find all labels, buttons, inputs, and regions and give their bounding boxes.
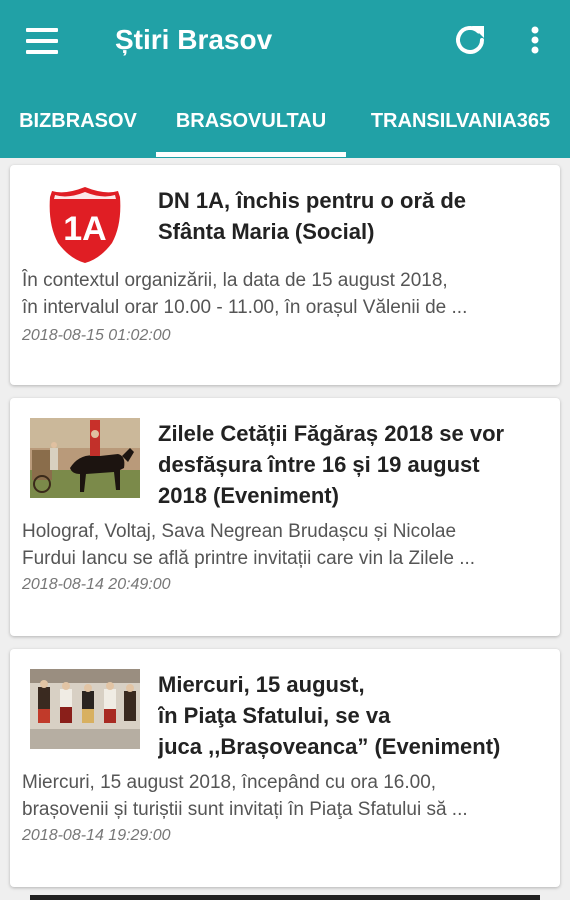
tab-transilvania365[interactable]: TRANSILVANIA365: [358, 96, 563, 158]
article-thumbnail: [30, 669, 140, 749]
article-title: Miercuri, 15 august, în Piaţa Sfatului, …: [158, 669, 553, 762]
article-excerpt: În contextul organizării, la data de 15 …: [22, 267, 552, 321]
article-excerpt: Miercuri, 15 august 2018, începând cu or…: [22, 769, 552, 823]
article-date: 2018-08-14 20:49:00: [22, 576, 171, 593]
excerpt-line: brașovenii și turiștii sunt invitați în …: [22, 799, 468, 820]
title-line: Sfânta Maria (Social): [158, 219, 375, 244]
selected-tab-indicator: [156, 152, 346, 157]
article-title: DN 1A, închis pentru o oră de Sfânta Mar…: [158, 185, 553, 247]
news-card[interactable]: Miercuri, 15 august, în Piaţa Sfatului, …: [10, 649, 560, 887]
excerpt-line: Furdui Iancu se află printre invitații c…: [22, 548, 476, 569]
article-thumbnail: [30, 418, 140, 498]
title-line: juca ,,Brașoveanca” (Eveniment): [158, 734, 501, 759]
excerpt-line: Miercuri, 15 august 2018, începând cu or…: [22, 772, 437, 793]
app-bar: Știri Brasov BIZBRASOV BRASOVULTAU TRANS…: [0, 0, 570, 158]
title-line: desfășura între 16 și 19 august: [158, 452, 480, 477]
route-shield-label: 1A: [63, 210, 106, 248]
news-card[interactable]: Zilele Cetății Făgăraș 2018 se vor desfă…: [10, 398, 560, 636]
article-title: Zilele Cetății Făgăraș 2018 se vor desfă…: [158, 418, 553, 511]
excerpt-line: În contextul organizării, la data de 15 …: [22, 270, 448, 291]
news-card[interactable]: 1A DN 1A, închis pentru o oră de Sfânta …: [10, 165, 560, 385]
excerpt-line: în intervalul orar 10.00 - 11.00, în ora…: [22, 297, 468, 318]
article-date: 2018-08-14 19:29:00: [22, 827, 171, 844]
refresh-icon[interactable]: [450, 20, 490, 60]
title-line: Zilele Cetății Făgăraș 2018 se vor: [158, 421, 505, 446]
tab-bizbrasov[interactable]: BIZBRASOV: [8, 96, 148, 158]
title-line: în Piaţa Sfatului, se va: [158, 703, 391, 728]
hamburger-icon[interactable]: [22, 24, 62, 58]
tab-brasovultau[interactable]: BRASOVULTAU: [156, 96, 346, 158]
tab-bar: BIZBRASOV BRASOVULTAU TRANSILVANIA365: [0, 96, 570, 158]
excerpt-line: Holograf, Voltaj, Sava Negrean Brudașcu …: [22, 521, 457, 542]
title-line: 2018 (Eveniment): [158, 483, 339, 508]
app-title: Știri Brasov: [115, 24, 273, 55]
next-card-edge: [30, 895, 540, 900]
route-shield-icon: 1A: [49, 187, 121, 263]
more-vertical-icon[interactable]: [520, 20, 550, 60]
article-date: 2018-08-15 01:02:00: [22, 327, 171, 344]
title-line: Miercuri, 15 august,: [158, 672, 365, 697]
toolbar: Știri Brasov: [0, 0, 570, 80]
article-excerpt: Holograf, Voltaj, Sava Negrean Brudașcu …: [22, 518, 552, 572]
title-line: DN 1A, închis pentru o oră de: [158, 188, 467, 213]
